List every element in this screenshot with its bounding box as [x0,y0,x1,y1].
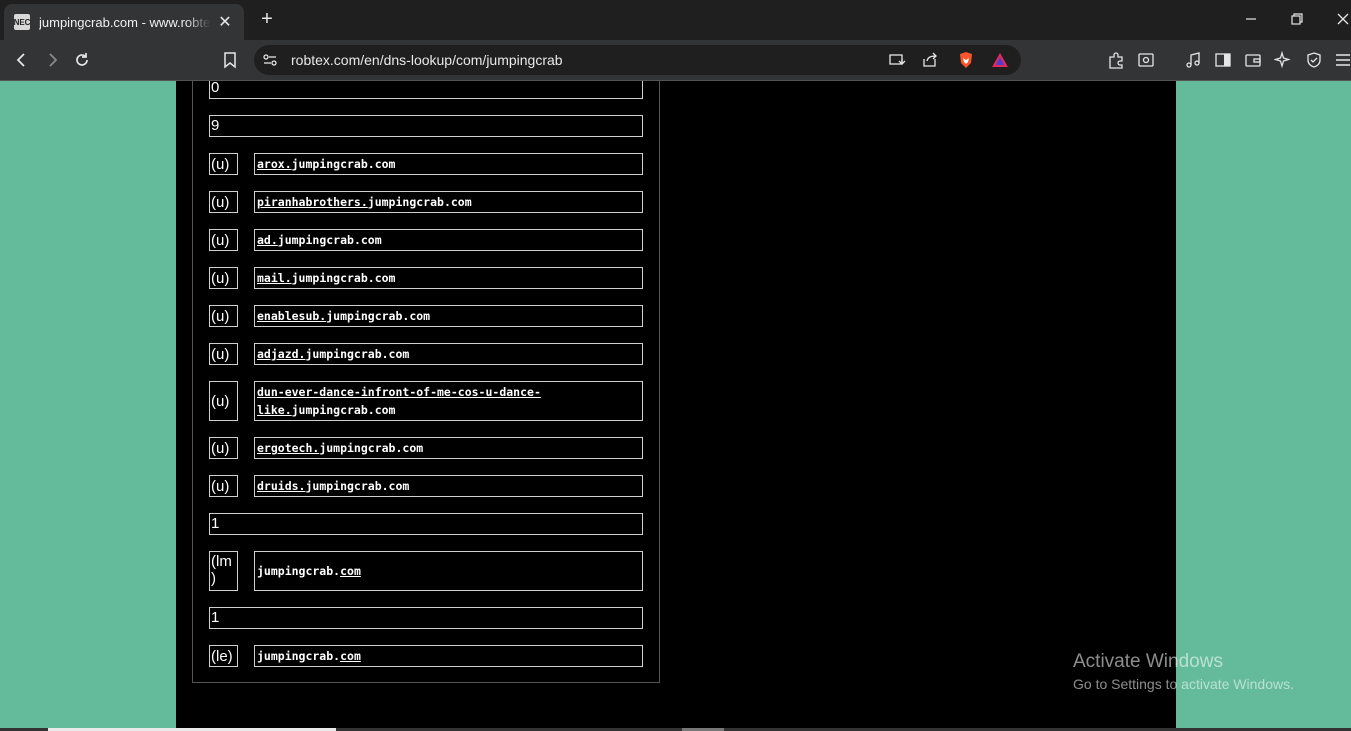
hostname-cell: druids. jumpingcrab.com [254,475,643,497]
share-icon[interactable] [918,48,942,72]
restore-icon[interactable] [1285,8,1309,32]
record-tag: (u) [209,475,238,497]
content-column: 0 9 (u) arox. jumpingcrab.com (u) piranha… [176,81,1176,731]
hostname-cell: enablesub. jumpingcrab.com [254,305,643,327]
media-icon[interactable] [1181,48,1205,72]
tab-title: jumpingcrab.com - www.robtex.com [39,14,211,30]
hostname-cell: jumpingcrab. com [254,645,643,667]
record-count-box: 9 [209,115,643,137]
tld-link[interactable]: com [340,562,361,580]
record-count: 9 [211,117,220,134]
tab-strip: NEC jumpingcrab.com - www.robtex.com ✕ + [0,0,1351,40]
record-tag: (u) [209,343,238,365]
subdomain-link[interactable]: ergotech. [257,439,319,457]
hostname-cell: jumpingcrab. com [254,551,643,591]
forward-icon[interactable] [40,48,64,72]
record-count-box: 0 [209,81,643,99]
reload-icon[interactable] [70,48,94,72]
record-tag: (lm ) [209,551,238,591]
new-tab-button[interactable]: + [256,8,278,30]
record-count-box: 1 [209,607,643,629]
bookmark-icon[interactable] [218,48,242,72]
brave-shields-icon[interactable] [954,48,978,72]
record-tag: (u) [209,437,238,459]
sidebar-icon[interactable] [1211,48,1235,72]
browser-tab[interactable]: NEC jumpingcrab.com - www.robtex.com ✕ [4,4,244,40]
domain-text: jumpingcrab.com [291,157,396,171]
record-tag-line: (lm [211,553,232,570]
hostname-cell: mail. jumpingcrab.com [254,267,643,289]
domain-text: jumpingcrab.com [277,233,382,247]
address-bar[interactable]: robtex.com/en/dns-lookup/com/jumpingcrab [254,45,1021,75]
domain-text: jumpingcrab.com [326,309,431,323]
subdomain-link[interactable]: ad. [257,231,278,249]
record-tag: (u) [209,229,238,251]
vpn-icon[interactable] [1302,48,1326,72]
record-count: 1 [211,515,220,532]
favicon-icon: NEC [14,14,30,30]
site-settings-icon[interactable] [258,48,282,72]
hostname-cell: ergotech. jumpingcrab.com [254,437,643,459]
subdomain-link[interactable]: arox. [257,155,292,173]
url-text[interactable]: robtex.com/en/dns-lookup/com/jumpingcrab [291,52,563,68]
brave-rewards-icon[interactable] [988,48,1012,72]
hostname-cell: arox. jumpingcrab.com [254,153,643,175]
domain-text: jumpingcrab.com [291,271,396,285]
menu-icon[interactable] [1331,48,1351,72]
record-tag: (u) [209,153,238,175]
tld-link[interactable]: com [340,647,361,665]
domain-text: jumpingcrab.com [367,195,472,209]
subdomain-link[interactable]: like. [257,403,292,417]
extensions-icon[interactable] [1104,48,1128,72]
dns-records-panel: 0 9 (u) arox. jumpingcrab.com (u) piranha… [192,81,660,683]
hostname-cell: adjazd. jumpingcrab.com [254,343,643,365]
domain-text: jumpingcrab.com [305,479,410,493]
domain-text: jumpingcrab.com [319,441,424,455]
leo-ai-icon[interactable] [1271,48,1295,72]
hostname-cell: ad. jumpingcrab.com [254,229,643,251]
subdomain-link[interactable]: enablesub. [257,307,326,325]
record-tag: (u) [209,191,238,213]
install-app-icon[interactable] [885,48,909,72]
subdomain-link[interactable]: mail. [257,269,292,287]
back-icon[interactable] [10,48,34,72]
tab-close-icon[interactable]: ✕ [216,12,234,32]
wallet-icon[interactable] [1241,48,1265,72]
subdomain-link[interactable]: dun-ever-dance-infront-of-me-cos-u-dance… [257,385,541,399]
domain-text: jumpingcrab. [257,564,341,578]
record-tag: (u) [209,305,238,327]
domain-text: jumpingcrab.com [305,347,410,361]
browser-toolbar: robtex.com/en/dns-lookup/com/jumpingcrab… [0,40,1351,99]
close-window-icon[interactable] [1331,8,1351,32]
search-tab-icon[interactable] [1134,48,1158,72]
record-tag: (le) [209,645,238,667]
hostname-cell: dun-ever-dance-infront-of-me-cos-u-dance… [254,381,643,421]
domain-text: jumpingcrab.com [291,403,396,417]
record-count: 0 [211,81,220,96]
record-tag-line: ) [211,570,216,587]
page-viewport: 0 9 (u) arox. jumpingcrab.com (u) piranha… [0,81,1351,731]
record-count: 1 [211,609,220,626]
hostname-cell: piranhabrothers. jumpingcrab.com [254,191,643,213]
subdomain-link[interactable]: piranhabrothers. [257,193,368,211]
record-tag: (u) [209,381,238,421]
record-tag: (u) [209,267,238,289]
record-count-box: 1 [209,513,643,535]
domain-text: jumpingcrab. [257,649,341,663]
minimize-icon[interactable] [1239,8,1263,32]
subdomain-link[interactable]: druids. [257,477,305,495]
subdomain-link[interactable]: adjazd. [257,345,305,363]
